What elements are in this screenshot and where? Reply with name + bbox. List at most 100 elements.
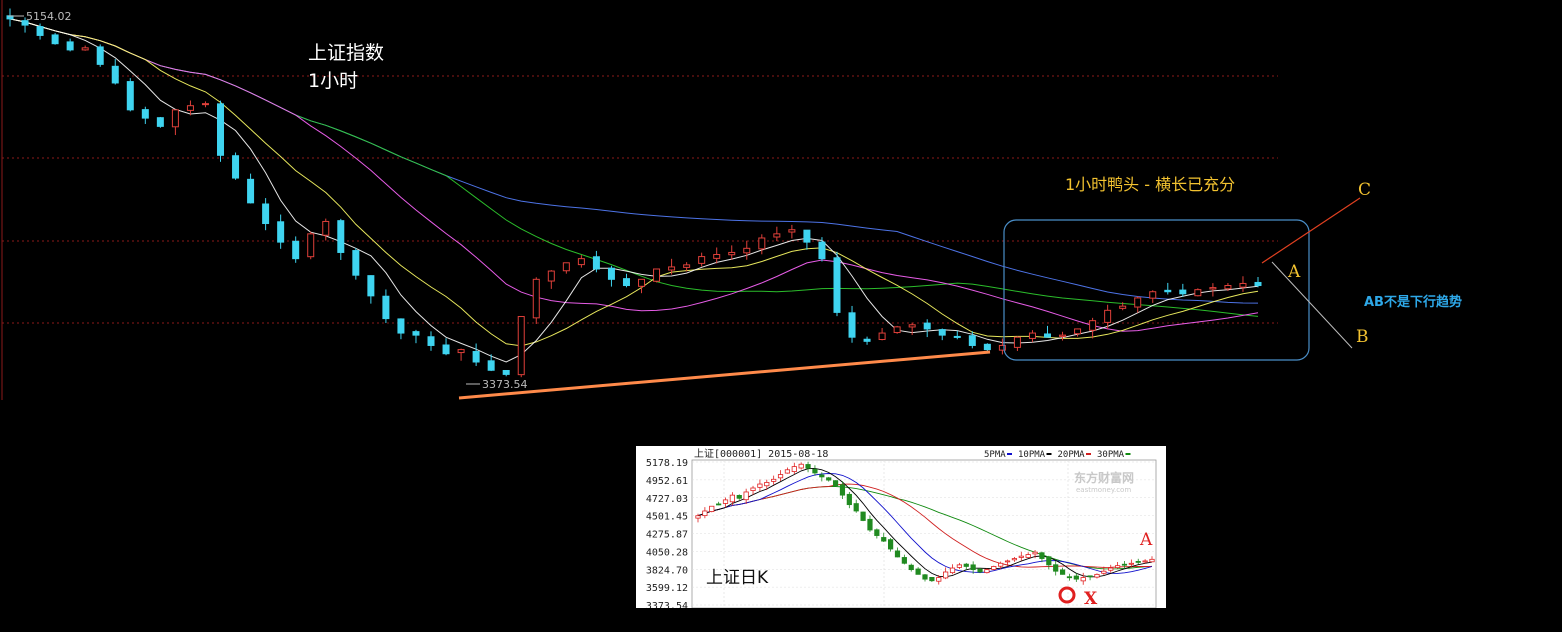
inset-caption: 上证日K — [706, 568, 769, 588]
candle — [1164, 282, 1172, 295]
line-to-c — [1261, 197, 1361, 264]
inset-label-x: X — [1084, 589, 1098, 608]
candle — [277, 214, 285, 249]
candle — [1194, 288, 1202, 297]
label-a: A — [1287, 262, 1301, 282]
candle — [638, 278, 646, 294]
support-trendline — [458, 350, 991, 400]
chart-title-line2: 1小时 — [308, 70, 358, 92]
inset-legend-label: 20PMA — [1058, 450, 1086, 460]
candle — [893, 325, 901, 334]
candle — [577, 255, 585, 268]
candle — [1013, 336, 1021, 351]
candle — [1239, 276, 1247, 292]
hourly-chart: 5154.02 3373.54 上证指数 1小时 1小时鸭头 - 横长已充分 A… — [1, 0, 1462, 400]
candle — [457, 348, 465, 361]
ma30-line — [9, 18, 1259, 317]
daily-chart-inset: 5178.19 4952.61 4727.03 4501.45 4275.87 4050.… — [636, 446, 1166, 608]
inset-y-tick: 4275.87 — [646, 530, 688, 541]
candle — [728, 245, 736, 260]
candle — [96, 44, 104, 67]
candle — [337, 218, 345, 260]
inset-candle — [991, 565, 997, 571]
candle — [442, 338, 450, 356]
candle — [292, 236, 300, 263]
candle — [472, 343, 480, 367]
candle — [562, 262, 570, 274]
inset-watermark: 东方财富网 eastmoney.com — [1074, 470, 1134, 494]
candle — [1089, 317, 1097, 339]
candle — [938, 328, 946, 341]
ma60-line — [9, 18, 1259, 304]
candle — [1028, 330, 1036, 343]
candle — [592, 250, 600, 273]
candle — [352, 248, 360, 280]
candle — [1074, 328, 1082, 337]
candle — [803, 229, 811, 250]
inset-label-a: A — [1139, 530, 1153, 550]
candle — [1209, 283, 1217, 297]
candle — [156, 116, 164, 128]
candle — [412, 329, 420, 344]
high-label: 5154.02 — [26, 10, 72, 23]
candle — [367, 275, 375, 304]
watermark-sub: eastmoney.com — [1076, 486, 1131, 494]
candle — [1059, 331, 1067, 341]
watermark-text: 东方财富网 — [1074, 470, 1134, 485]
candle — [307, 231, 315, 260]
candle — [848, 305, 856, 343]
candle — [201, 101, 209, 108]
candle — [878, 328, 886, 341]
low-label: 3373.54 — [482, 378, 528, 391]
candle — [382, 289, 390, 324]
candle — [713, 247, 721, 264]
inset-candle — [709, 505, 715, 513]
box-caption: 1小时鸭头 - 横长已充分 — [1065, 175, 1235, 194]
inset-y-tick: 4501.45 — [646, 512, 688, 523]
candle — [262, 198, 270, 231]
candle — [653, 268, 661, 283]
chart-title-line1: 上证指数 — [308, 42, 384, 64]
inset-legend-label: 30PMA — [1097, 450, 1125, 460]
inset-y-tick: 4952.61 — [646, 476, 688, 487]
candle — [1043, 325, 1051, 338]
candle — [863, 336, 871, 345]
candle — [1149, 290, 1157, 303]
candle — [247, 173, 255, 204]
candle — [833, 251, 841, 317]
label-c: C — [1358, 180, 1371, 200]
candle — [171, 109, 179, 136]
candle — [66, 38, 74, 52]
inset-y-tick: 3599.12 — [646, 583, 688, 594]
candle — [547, 270, 555, 289]
candle — [743, 240, 751, 260]
candle — [502, 369, 510, 377]
inset-legend-label: 10PMA — [1018, 450, 1046, 460]
inset-y-tick: 3373.54 — [646, 601, 688, 608]
candle — [953, 330, 961, 340]
candle — [141, 106, 149, 124]
candle — [1254, 277, 1262, 288]
candle — [126, 78, 134, 112]
inset-legend-label: 5PMA — [984, 450, 1006, 460]
inset-candle — [832, 480, 839, 487]
inset-y-tick: 5178.19 — [646, 458, 688, 469]
candle — [818, 237, 826, 262]
candle — [1134, 296, 1142, 313]
inset-y-ticks: 5178.19 4952.61 4727.03 4501.45 4275.87 4050.… — [646, 458, 688, 608]
candle — [758, 234, 766, 255]
candle — [773, 226, 781, 242]
inset-y-tick: 4050.28 — [646, 547, 688, 558]
candle — [232, 152, 240, 180]
candle — [111, 59, 119, 85]
inset-header-title: 上证[000001] 2015-08-18 — [694, 448, 828, 460]
candle — [908, 322, 916, 335]
candle — [51, 33, 59, 45]
ab-note: AB不是下行趋势 — [1364, 294, 1462, 310]
candle — [1179, 283, 1187, 297]
candle — [217, 100, 225, 162]
candle — [81, 45, 89, 51]
candle — [698, 252, 706, 267]
inset-y-tick: 4727.03 — [646, 494, 688, 505]
candle — [788, 224, 796, 239]
